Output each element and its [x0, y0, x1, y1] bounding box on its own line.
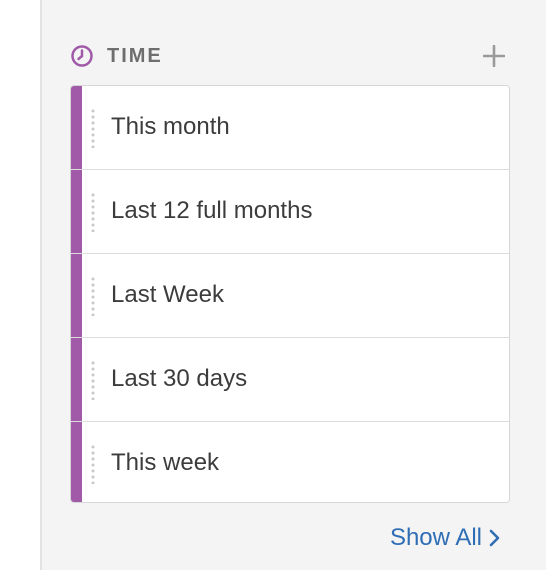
show-all-link[interactable]: Show All [390, 524, 502, 552]
add-time-button[interactable] [478, 40, 510, 72]
drag-handle-icon[interactable] [91, 192, 95, 232]
list-item[interactable]: This month [71, 86, 509, 170]
list-item[interactable]: Last 12 full months [71, 170, 509, 254]
page: TIME This month Last 12 full months Last… [0, 0, 546, 570]
accent-bar [71, 86, 82, 169]
item-label: This month [111, 113, 230, 140]
time-section-header: TIME [70, 42, 510, 72]
plus-icon [483, 45, 505, 67]
list-item[interactable]: Last Week [71, 254, 509, 338]
chevron-right-icon [489, 529, 500, 547]
drag-handle-icon[interactable] [91, 276, 95, 316]
list-item[interactable]: This week [71, 422, 509, 502]
accent-bar [71, 338, 82, 421]
list-item[interactable]: Last 30 days [71, 338, 509, 422]
item-label: Last 30 days [111, 365, 248, 392]
item-label: Last 12 full months [111, 197, 313, 224]
item-label: Last Week [111, 281, 224, 308]
section-title: TIME [107, 45, 163, 67]
drag-handle-icon[interactable] [91, 360, 95, 400]
accent-bar [71, 422, 82, 502]
accent-bar [71, 170, 82, 253]
drag-handle-icon[interactable] [91, 444, 95, 484]
time-list: This month Last 12 full months Last Week… [70, 85, 510, 503]
item-label: This week [111, 449, 220, 476]
show-all-label: Show All [389, 524, 482, 551]
clock-icon [71, 45, 93, 67]
drag-handle-icon[interactable] [91, 108, 95, 148]
accent-bar [71, 254, 82, 337]
